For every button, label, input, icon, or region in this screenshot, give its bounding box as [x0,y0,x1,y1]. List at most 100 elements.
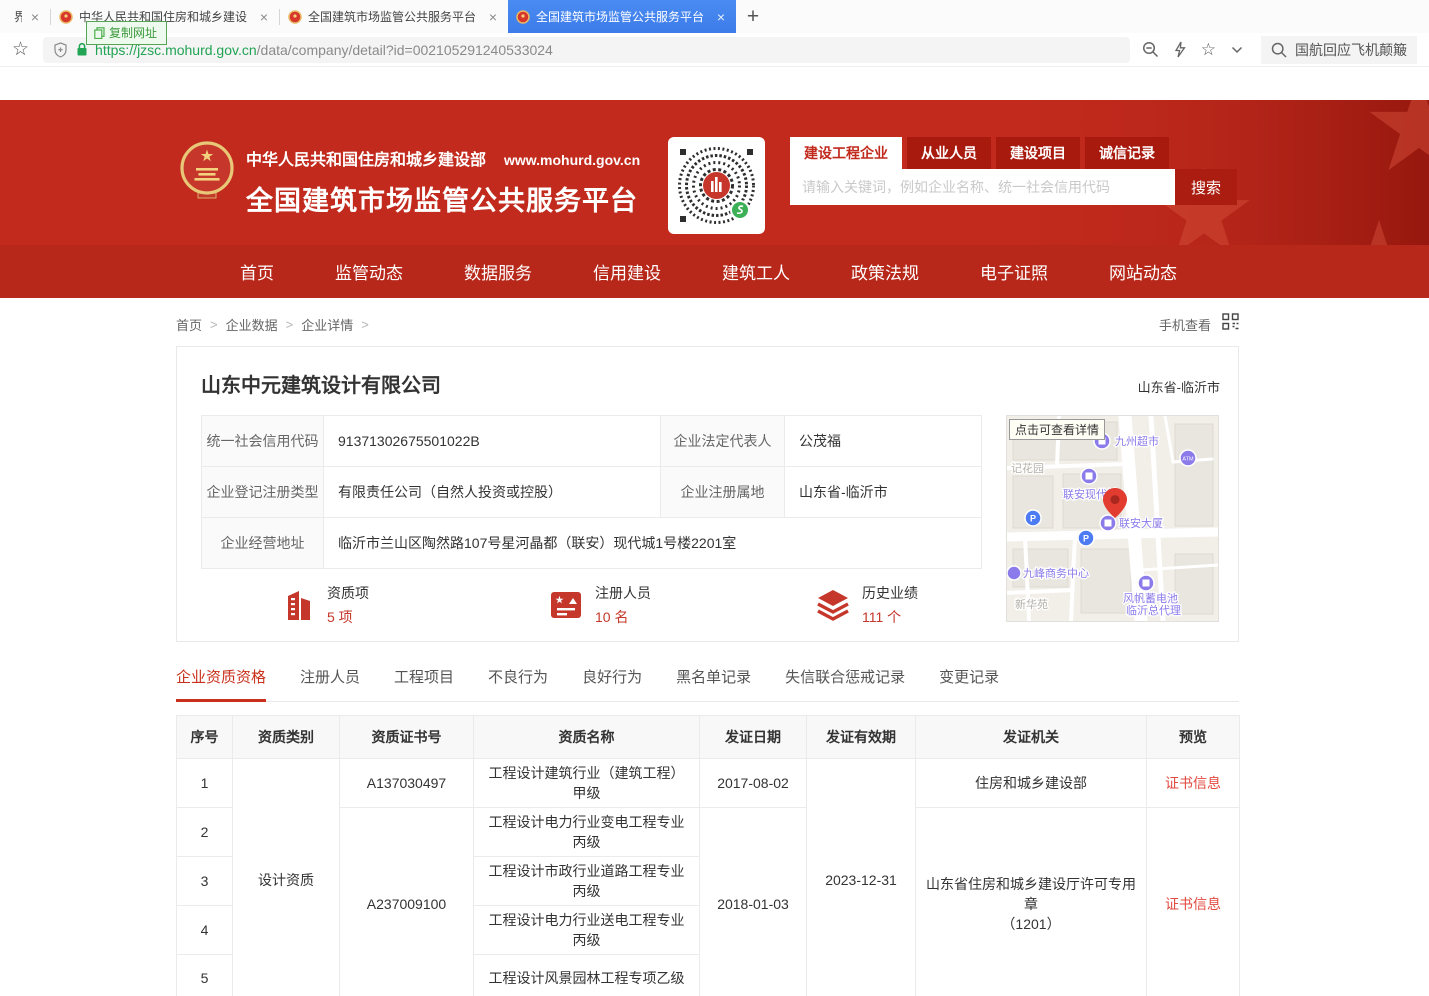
site-titles: 中华人民共和国住房和城乡建设部 www.mohurd.gov.cn 全国建筑市场… [246,146,640,218]
tab-title: 界 [14,8,22,25]
tab-blacklist[interactable]: 黑名单记录 [676,666,751,701]
preview-cell: 证书信息 [1147,808,1240,996]
detail-tabs: 企业资质资格 注册人员 工程项目 不良行为 良好行为 黑名单记录 失信联合惩戒记… [176,666,1239,702]
search-tab-project[interactable]: 建设项目 [996,137,1080,169]
nav-item-workers[interactable]: 建筑工人 [722,259,790,284]
browser-address-bar: ☆ https://jzsc.mohurd.gov.cn /data/compa… [0,33,1429,67]
tab-registered-personnel[interactable]: 注册人员 [300,666,360,701]
tab-qualifications[interactable]: 企业资质资格 [176,666,266,701]
seq-cell: 3 [177,857,233,906]
stat-qualifications[interactable]: 资质项 5 项 [283,583,369,627]
nav-item-supervision[interactable]: 监管动态 [335,259,403,284]
qualification-name-cell: 工程设计电力行业送电工程专业丙级 [474,906,700,955]
quick-search-box[interactable]: 国航回应飞机颠簸 [1261,36,1417,64]
stat-registered-personnel[interactable]: 注册人员 10 名 [549,583,651,627]
browser-tab-partial[interactable]: 界 × [0,0,50,33]
zoom-out-icon[interactable] [1142,41,1159,58]
breadcrumb-home[interactable]: 首页 [176,315,202,334]
col-authority: 发证机关 [916,716,1147,759]
qualification-name-cell: 工程设计建筑行业（建筑工程）甲级 [474,759,700,808]
company-name: 山东中元建筑设计有限公司 [201,369,441,398]
qualifications-table: 序号 资质类别 资质证书号 资质名称 发证日期 发证有效期 发证机关 预览 1 … [176,715,1240,996]
tab-title: 全国建筑市场监管公共服务平台 [536,8,708,25]
tab-projects[interactable]: 工程项目 [394,666,454,701]
chevron-down-icon[interactable] [1231,46,1243,54]
new-tab-button[interactable]: + [736,0,770,33]
stat-historical-projects[interactable]: 历史业绩 111 个 [816,583,918,627]
page-content: 首页 > 企业数据 > 企业详情 > 手机查看 山东中元建筑设计有限公司 山东省… [176,298,1239,996]
header-search-panel: 建设工程企业 从业人员 建设项目 诚信记录 搜索 [790,137,1237,205]
breadcrumb-enterprise-detail[interactable]: 企业详情 [301,315,353,334]
authority-cell: 山东省住房和城乡建设厅许可专用章 （1201） [916,808,1147,996]
close-icon[interactable]: × [486,9,500,25]
breadcrumb-enterprise-data[interactable]: 企业数据 [226,315,278,334]
browser-tab-strip: 界 × 中华人民共和国住房和城乡建设 × 全国建筑市场监管公共服务平台 × 全国… [0,0,1429,33]
col-validity: 发证有效期 [807,716,916,759]
preview-cell: 证书信息 [1147,759,1240,808]
platform-title: 全国建筑市场监管公共服务平台 [246,179,640,218]
col-name: 资质名称 [474,716,700,759]
nav-item-home[interactable]: 首页 [240,259,274,284]
registry-book-icon [549,590,583,620]
close-icon[interactable]: × [28,9,42,25]
browser-window: 界 × 中华人民共和国住房和城乡建设 × 全国建筑市场监管公共服务平台 × 全国… [0,0,1429,996]
col-issue-date: 发证日期 [700,716,807,759]
category-cell: 设计资质 [233,759,340,996]
seq-cell: 5 [177,955,233,996]
browser-tab-jzsc[interactable]: 全国建筑市场监管公共服务平台 × [280,0,508,33]
bookmark-star-icon[interactable]: ☆ [12,40,29,59]
tab-change-records[interactable]: 变更记录 [939,666,999,701]
legal-rep-value: 公茂福 [785,416,982,467]
emblem-favicon-icon [516,10,530,24]
nav-item-data-service[interactable]: 数据服务 [464,259,532,284]
map-label-battery-2: 临沂总代理 [1126,603,1181,617]
mobile-view-label: 手机查看 [1159,315,1211,334]
mobile-view-link[interactable]: 手机查看 [1159,315,1211,334]
tab-dishonesty[interactable]: 失信联合惩戒记录 [785,666,905,701]
col-category: 资质类别 [233,716,340,759]
map-label-garden: 记花园 [1011,462,1044,475]
parking-glyph: P [1083,534,1089,544]
search-tab-credit[interactable]: 诚信记录 [1085,137,1169,169]
qr-code-small-icon[interactable] [1222,313,1239,330]
favorites-star-icon[interactable]: ☆ [1201,41,1216,58]
search-tab-personnel[interactable]: 从业人员 [907,137,991,169]
shield-icon[interactable] [53,42,68,58]
location-map[interactable]: 点击可查看详情 [1006,415,1219,622]
search-tab-enterprise[interactable]: 建设工程企业 [790,137,902,169]
map-label-tower: 联安大厦 [1119,516,1163,530]
tab-bad-behavior[interactable]: 不良行为 [488,666,548,701]
map-label-xinhuayuan: 新华苑 [1015,597,1048,611]
nav-item-e-license[interactable]: 电子证照 [980,259,1048,284]
toolbar-icons: ☆ [1142,41,1243,58]
certificate-info-link[interactable]: 证书信息 [1165,896,1221,912]
col-preview: 预览 [1147,716,1240,759]
reg-region-label: 企业注册属地 [661,467,785,518]
lightning-icon[interactable] [1174,41,1186,58]
layers-icon [816,589,850,621]
ministry-title: 中华人民共和国住房和城乡建设部 [246,146,486,170]
url-field[interactable]: https://jzsc.mohurd.gov.cn /data/company… [43,37,1130,63]
tab-good-behavior[interactable]: 良好行为 [582,666,642,701]
header-search-input[interactable] [790,169,1175,205]
qr-code [668,137,765,234]
nav-item-policy[interactable]: 政策法规 [851,259,919,284]
stat-label: 历史业绩 [862,583,918,603]
address-label: 企业经营地址 [202,518,324,569]
browser-tab-active[interactable]: 全国建筑市场监管公共服务平台 × [508,0,736,33]
address-value: 临沂市兰山区陶然路107号星河晶都（联安）现代城1号楼2201室 [324,518,982,569]
close-icon[interactable]: × [257,9,271,25]
stat-label: 资质项 [327,583,369,603]
company-stats: 资质项 5 项 注册人员 10 名 [201,583,981,631]
close-icon[interactable]: × [714,9,728,25]
tab-title: 全国建筑市场监管公共服务平台 [308,8,480,25]
search-button[interactable]: 搜索 [1175,169,1237,205]
stat-value: 111 个 [862,607,918,627]
nav-item-site-news[interactable]: 网站动态 [1109,259,1177,284]
nav-item-credit[interactable]: 信用建设 [593,259,661,284]
credit-code-value: 91371302675501022B [324,416,661,467]
ministry-url: www.mohurd.gov.cn [504,152,640,168]
authority-line-1: 山东省住房和城乡建设厅许可专用章 [924,874,1138,914]
emblem-favicon-icon [59,10,73,24]
certificate-info-link[interactable]: 证书信息 [1165,775,1221,791]
